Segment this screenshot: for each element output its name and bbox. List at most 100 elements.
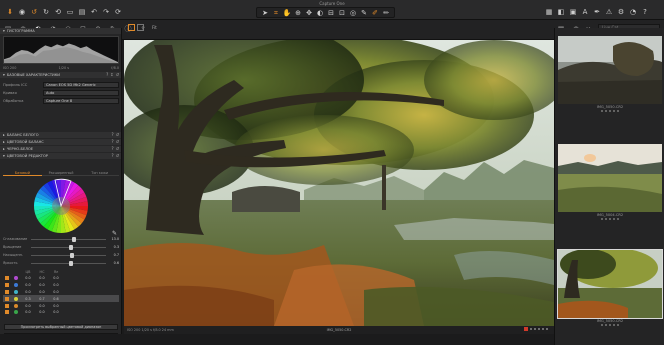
help-icon[interactable]: ? [112,139,114,144]
spot-icon[interactable]: ◎ [349,9,357,17]
undo-icon[interactable]: ↺ [30,8,38,16]
selection-checkbox[interactable] [5,276,9,281]
multi-view-icon[interactable] [137,24,144,31]
selection-checkbox[interactable] [5,289,9,294]
saturation-track[interactable] [31,252,106,258]
color-selection-row[interactable]: 0.3 0.7 0.6 [3,295,119,303]
crop-icon[interactable]: ⌗ [272,9,280,17]
color-selection-row[interactable]: 0.0 0.0 0.0 [3,275,119,282]
picker-icon[interactable]: ✎ [360,9,368,17]
folder-icon[interactable]: ▭ [66,8,74,16]
color-selection-row[interactable]: 0.0 0.0 0.0 [3,289,119,296]
star-4[interactable] [542,328,544,330]
color-balance-header[interactable]: ▸ ЦВЕТОВОЙ БАЛАНС ? ↺ [0,139,121,145]
color-selection-row[interactable]: 0.0 0.0 0.0 [3,302,119,309]
selection-color-dot [14,283,18,288]
color-tag[interactable] [524,327,528,331]
thumbnail-3-selected[interactable]: IMG_5050.CR2 [557,249,663,326]
engine-select[interactable]: Capture One 8 [43,97,119,104]
star-2[interactable] [534,328,536,330]
back-icon[interactable]: ↶ [90,8,98,16]
thumbnail-2[interactable]: IMG_5004.CR2 [558,144,662,220]
star-3[interactable] [538,328,540,330]
selection-value: 0.0 [39,303,45,308]
rotate-icon[interactable]: ⟲ [54,8,62,16]
settings-icon[interactable]: ⚙ [617,8,625,16]
help-icon[interactable]: ? [641,8,649,16]
rotation-knob[interactable] [68,244,73,250]
histogram-header[interactable]: ▾ ГИСТОГРАММА [0,28,121,34]
proof-icon[interactable]: ▣ [569,8,577,16]
text-icon[interactable]: A [581,8,589,16]
rotate-tool-icon[interactable]: ◐ [316,9,324,17]
help-icon[interactable]: ? [106,72,108,77]
selection-value: 0.0 [25,310,31,315]
copy-icon[interactable]: ↕ [110,72,113,77]
selection-value: 0.0 [53,289,59,294]
selection-value: 0.0 [53,303,59,308]
hand-icon[interactable]: ✋ [283,9,292,17]
smoothness-track[interactable] [31,236,106,242]
warning-icon[interactable]: ⚠ [605,8,613,16]
thumbnail-rating[interactable] [558,324,662,326]
redo-icon[interactable]: ↻ [42,8,50,16]
show-selected-range-button[interactable]: Просмотреть выбранный цветовой диапазон [4,324,118,330]
selection-checkbox[interactable] [5,310,9,315]
reset-icon[interactable]: ↺ [116,139,119,144]
curve-select[interactable]: Auto [43,89,119,96]
smoothness-knob[interactable] [72,236,77,242]
eye-icon[interactable]: ◔ [629,8,637,16]
tab-advanced[interactable]: Расширенный [41,170,81,176]
keystone-icon[interactable]: ⊡ [338,9,346,17]
zoom-label[interactable]: Fit [152,25,157,30]
compare-icon[interactable]: ◧ [557,8,565,16]
reset-icon[interactable]: ↺ [116,72,119,77]
selection-checkbox[interactable] [5,296,9,301]
tab-skin-tone[interactable]: Тон кожи [80,170,120,176]
thumbnail-rating[interactable] [558,110,662,112]
trash-icon[interactable]: ▤ [78,8,86,16]
selection-color-dot [14,289,18,294]
rating-stars[interactable] [524,327,548,331]
reset-icon[interactable]: ↺ [116,146,119,151]
zoom-icon[interactable]: ⊕ [294,9,302,17]
brush-icon[interactable]: ✐ [371,9,379,17]
straighten-icon[interactable]: ⊟ [327,9,335,17]
selection-checkbox[interactable] [5,303,9,308]
reset-icon[interactable]: ↺ [116,153,119,158]
reset-icon[interactable]: ↺ [116,132,119,137]
base-characteristics-header[interactable]: ▾ БАЗОВЫЕ ХАРАКТЕРИСТИКИ ? ↕ ↺ [0,72,121,78]
star-5[interactable] [546,328,548,330]
rotation-track[interactable] [31,244,106,250]
icc-profile-select[interactable]: Canon EOS 5D Mk2 Generic [43,81,119,88]
selection-checkbox[interactable] [5,283,9,288]
star-1[interactable] [530,328,532,330]
camera-icon[interactable]: ◉ [18,8,26,16]
help-icon[interactable]: ? [112,132,114,137]
lightness-knob[interactable] [69,260,74,266]
color-editor-header[interactable]: ▾ ЦВЕТОВОЙ РЕДАКТОР ? ↺ [0,153,121,159]
help-icon[interactable]: ? [112,153,114,158]
color-selection-row[interactable]: 0.0 0.0 0.0 [3,282,119,289]
grid-icon[interactable]: ▦ [545,8,553,16]
single-view-icon[interactable] [128,24,135,31]
import-icon[interactable]: ⬇ [6,8,14,16]
help-icon[interactable]: ? [112,146,114,151]
forward-icon[interactable]: ↷ [102,8,110,16]
annotate-icon[interactable]: ✏ [382,9,390,17]
color-wheel[interactable] [33,178,89,234]
selection-color-dot [14,310,18,315]
tab-basic[interactable]: Базовый [3,170,42,176]
color-selection-row[interactable]: 0.0 0.0 0.0 [3,309,119,316]
thumbnail-1[interactable]: IMG_5050.CR2 [558,36,662,112]
pan-icon[interactable]: ✥ [305,9,313,17]
white-balance-header[interactable]: ▸ БАЛАНС БЕЛОГО ? ↺ [0,132,121,138]
thumbnail-rating[interactable] [558,218,662,220]
black-white-header[interactable]: ▸ ЧЕРНО-БЕЛОЕ ? ↺ [0,146,121,152]
reset-icon[interactable]: ⟳ [114,8,122,16]
cursor-icon[interactable]: ➤ [261,9,269,17]
lightness-track[interactable] [31,260,106,266]
saturation-knob[interactable] [70,252,74,258]
pen-icon[interactable]: ✒ [593,8,601,16]
image-viewer[interactable] [124,40,554,326]
